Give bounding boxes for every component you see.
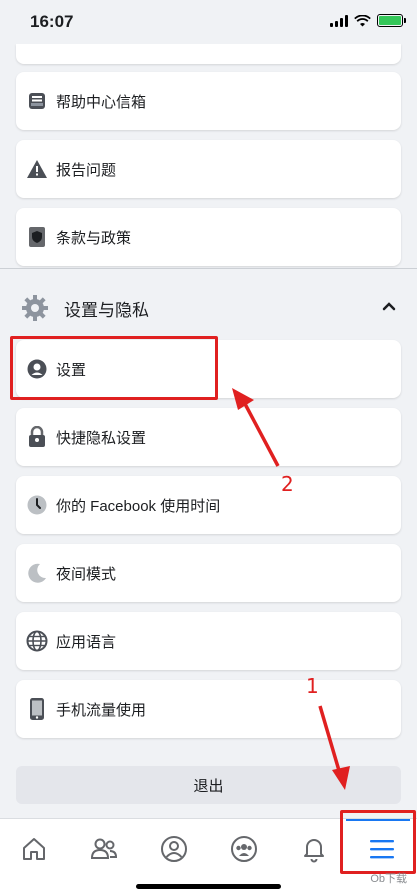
annotation-arrow-1 xyxy=(318,705,350,790)
annotation-step-2: 2 xyxy=(281,472,294,496)
annotation-step-1: 1 xyxy=(306,674,319,698)
watermark: Ob下载 xyxy=(370,873,407,885)
status-icons xyxy=(330,14,406,27)
status-time: 16:07 xyxy=(30,12,74,31)
annotation-arrows xyxy=(232,388,350,790)
status-bar: 16:07 xyxy=(0,0,417,44)
wifi-icon xyxy=(354,14,371,26)
annotation-arrow-2 xyxy=(232,388,280,467)
battery-icon xyxy=(377,14,406,27)
signal-icon xyxy=(330,14,348,27)
